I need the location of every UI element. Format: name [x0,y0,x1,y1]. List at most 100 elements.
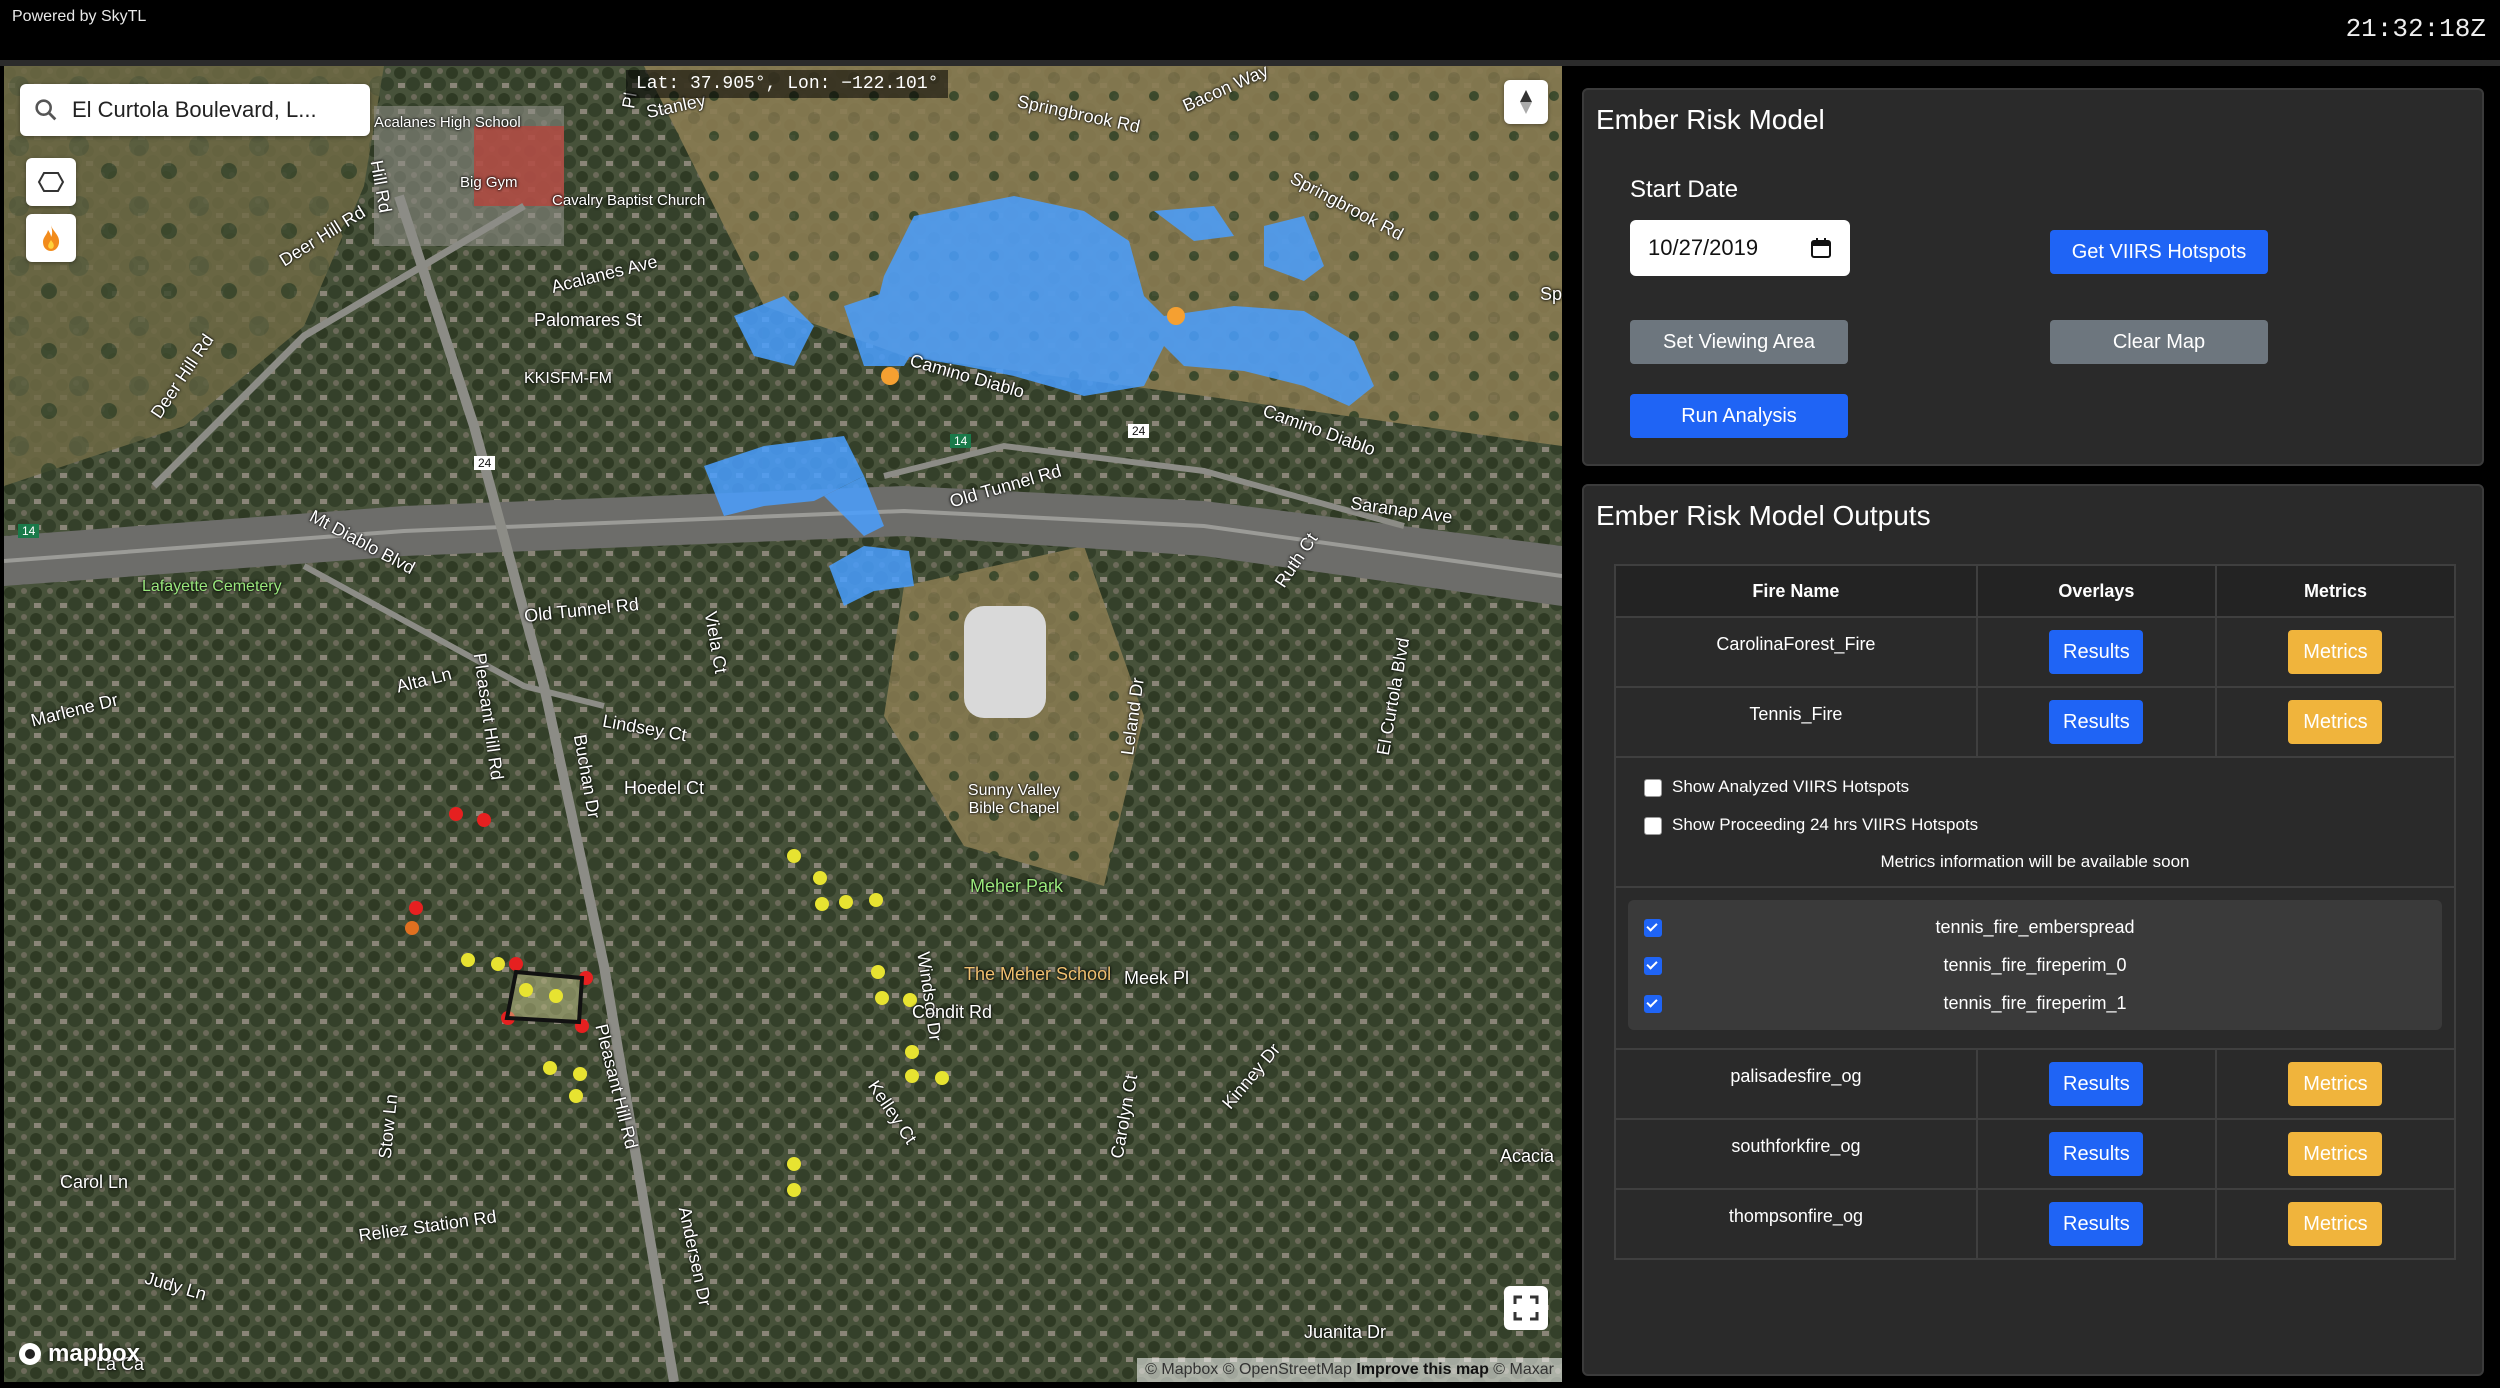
map-label-meher-park: Meher Park [970,876,1064,896]
layer-checkbox[interactable] [1644,957,1662,975]
fire-tool-button[interactable] [26,214,76,262]
compass-icon [1520,90,1532,114]
metrics-button[interactable]: Metrics [2288,1132,2383,1176]
attribution-text-a: © Mapbox © OpenStreetMap [1145,1361,1357,1378]
fullscreen-icon [1513,1295,1539,1321]
ember-risk-model-title: Ember Risk Model [1596,104,1825,135]
layer-label: tennis_fire_emberspread [1935,916,2135,937]
show-analyzed-hotspots-checkbox[interactable] [1644,778,1662,797]
show-proceeding-hotspots-option[interactable]: Show Proceeding 24 hrs VIIRS Hotspots [1616,806,2454,844]
table-row: CarolinaForest_Fire Results Metrics [1614,616,2457,688]
route-shield-24-west: 24 [474,456,496,470]
calendar-icon[interactable] [1810,237,1832,259]
results-button[interactable]: Results [2049,700,2144,744]
table-row: palisadesfire_og Results Metrics [1614,1048,2457,1120]
metrics-button[interactable]: Metrics [2288,630,2383,674]
map-label-sp: Sp [1540,284,1562,304]
table-row: thompsonfire_og Results Metrics [1614,1188,2457,1260]
show-proceeding-hotspots-checkbox[interactable] [1644,816,1662,835]
start-date-value: 10/27/2019 [1648,235,1759,260]
metrics-cell: Metrics [2214,1188,2457,1260]
layer-item[interactable]: tennis_fire_emberspread [1628,908,2442,946]
compass-button[interactable] [1504,80,1548,124]
layer-item[interactable]: tennis_fire_fireperim_1 [1628,984,2442,1022]
mapbox-wordmark: mapbox [48,1340,141,1367]
powered-by-text: Powered by SkyTL [12,8,147,25]
col-header-metrics: Metrics [2214,564,2457,618]
results-button[interactable]: Results [2049,1202,2144,1246]
table-row: southforkfire_og Results Metrics [1614,1118,2457,1190]
metrics-cell: Metrics [2214,1118,2457,1190]
draw-polygon-button[interactable] [26,158,76,206]
fullscreen-button[interactable] [1504,1286,1548,1330]
layer-checkbox[interactable] [1644,919,1662,937]
utc-clock: 21:32:18Z [2345,14,2486,44]
satellite-map-imagery [4,66,1562,1382]
layer-section: tennis_fire_emberspread tennis_fire_fire… [1616,886,2454,1030]
show-analyzed-hotspots-label: Show Analyzed VIIRS Hotspots [1672,777,1910,796]
mapbox-logo: mapbox [18,1340,140,1368]
map-search-box[interactable] [20,84,370,136]
metrics-cell: Metrics [2214,616,2457,688]
clear-map-button[interactable]: Clear Map [2050,320,2268,364]
overlays-cell: Results [1975,1188,2217,1260]
results-button[interactable]: Results [2049,1062,2144,1106]
metrics-cell: Metrics [2214,1048,2457,1120]
fire-name-cell: palisadesfire_og [1614,1048,1978,1120]
overlays-cell: Results [1975,686,2217,758]
results-button[interactable]: Results [2049,630,2144,674]
tennis-fire-details-cell: Show Analyzed VIIRS Hotspots Show Procee… [1614,756,2456,1050]
run-analysis-button[interactable]: Run Analysis [1630,394,1848,438]
layer-checkbox[interactable] [1644,995,1662,1013]
map-label-cavalry-church: Cavalry Baptist Church [552,192,706,209]
map-search-input[interactable] [70,96,364,124]
map-label-big-gym: Big Gym [460,174,518,191]
show-proceeding-hotspots-label: Show Proceeding 24 hrs VIIRS Hotspots [1672,815,1979,834]
tennis-fire-details-row: Show Analyzed VIIRS Hotspots Show Procee… [1614,756,2456,1050]
attribution-text-b: © Maxar [1488,1361,1554,1378]
map-label-carol-ln: Carol Ln [60,1172,129,1192]
layer-item[interactable]: tennis_fire_fireperim_0 [1628,946,2442,984]
top-bar: Powered by SkyTL 21:32:18Z [0,0,2500,60]
fire-name-cell: southforkfire_og [1614,1118,1978,1190]
route-shield-14-west: 14 [18,524,40,538]
map-label-lafayette-cemetery: Lafayette Cemetery [142,578,282,595]
right-panel: Ember Risk Model Start Date 10/27/2019 G… [1566,66,2500,1388]
col-header-overlays: Overlays [1975,564,2217,618]
metrics-note: Metrics information will be available so… [1880,852,2190,871]
results-button[interactable]: Results [2049,1132,2144,1176]
metrics-button[interactable]: Metrics [2288,1062,2383,1106]
layer-label: tennis_fire_fireperim_1 [1943,992,2127,1013]
layer-label: tennis_fire_fireperim_0 [1943,954,2127,975]
start-date-input[interactable]: 10/27/2019 [1630,220,1850,276]
map-label-acalanes-high: Acalanes High School [374,114,521,131]
search-icon [35,99,57,121]
show-analyzed-hotspots-option[interactable]: Show Analyzed VIIRS Hotspots [1616,768,2454,806]
metrics-button[interactable]: Metrics [2288,700,2383,744]
fire-name-cell: thompsonfire_og [1614,1188,1978,1260]
map-label-meher-school: The Meher School [964,964,1112,984]
get-viirs-hotspots-button[interactable]: Get VIIRS Hotspots [2050,230,2268,274]
improve-map-link[interactable]: Improve this map [1356,1361,1488,1378]
metrics-button[interactable]: Metrics [2288,1202,2383,1246]
map-label-palomares: Palomares St [534,310,643,330]
ember-risk-model-card: Ember Risk Model Start Date 10/27/2019 G… [1582,88,2484,466]
overlays-cell: Results [1975,616,2217,688]
map-view[interactable]: Acalanes High School Big Gym Cavalry Bap… [4,66,1562,1382]
metrics-cell: Metrics [2214,686,2457,758]
map-attribution: © Mapbox © OpenStreetMap Improve this ma… [1137,1358,1562,1382]
cursor-coordinates: Lat: 37.905°, Lon: −122.101° [626,70,949,98]
fire-name-cell: Tennis_Fire [1614,686,1978,758]
fire-name-cell: CarolinaForest_Fire [1614,616,1978,688]
mapbox-logo-icon [19,1343,41,1365]
overlays-cell: Results [1975,1118,2217,1190]
col-header-fire-name: Fire Name [1614,564,1978,618]
ember-risk-outputs-title: Ember Risk Model Outputs [1596,500,1931,531]
table-header-row: Fire Name Overlays Metrics [1614,564,2457,618]
map-label-hoedel-ct: Hoedel Ct [624,778,705,798]
set-viewing-area-button[interactable]: Set Viewing Area [1630,320,1848,364]
map-label-acacia: Acacia [1500,1146,1555,1166]
route-shield-24-east: 24 [1128,424,1150,438]
fire-icon [43,225,60,251]
map-label-meek: Meek Pl [1124,968,1190,988]
